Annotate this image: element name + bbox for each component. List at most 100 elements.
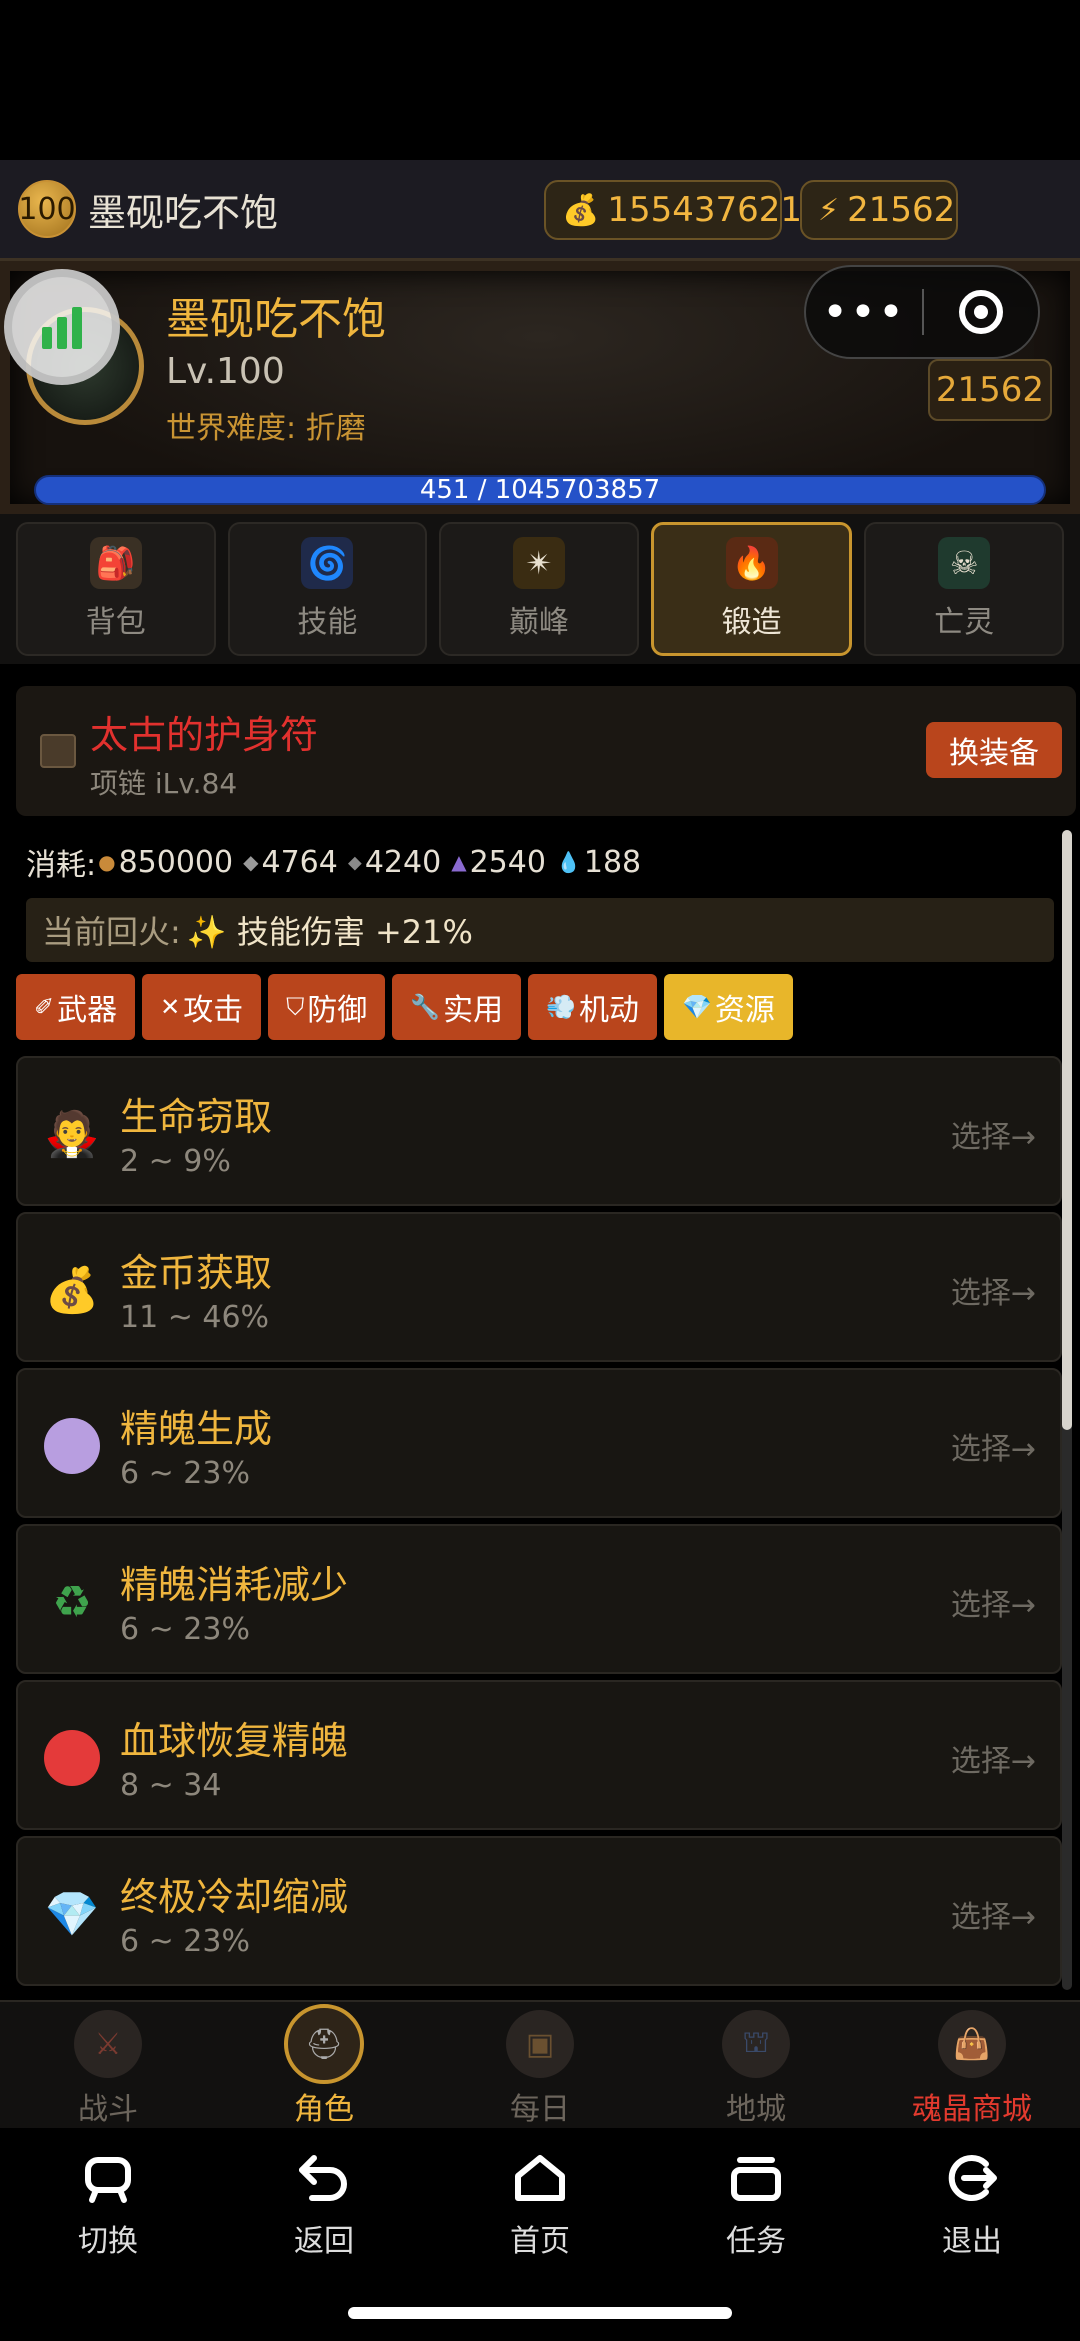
list-item[interactable]: 精魄生成 6 ~ 23% 选择→ [16,1368,1062,1518]
select-link[interactable]: 选择→ [951,1268,1036,1312]
list-item[interactable]: 血球恢复精魄 8 ~ 34 选择→ [16,1680,1062,1830]
wind-icon: 💨 [546,993,576,1021]
nav-label: 首页 [510,2224,570,2259]
filter-weapon[interactable]: ✐ 武器 [16,974,136,1040]
filter-mobility[interactable]: 💨 机动 [528,974,657,1040]
filter-label: 武器 [57,993,118,1028]
player-name: 墨砚吃不饱 [88,190,279,235]
purple-crystal-icon: ▲ [451,850,467,874]
crossed-axes-icon: ⚔ [74,2010,142,2078]
bar-chart-icon [72,307,82,349]
hero-name: 墨砚吃不饱 [166,294,386,345]
filter-resource[interactable]: 💎 资源 [664,974,793,1040]
list-item[interactable]: ♻ 精魄消耗减少 6 ~ 23% 选择→ [16,1524,1062,1674]
nav-exit[interactable]: 退出 [912,2148,1032,2260]
sword-icon: ✐ [34,993,55,1021]
undead-icon: ☠ [938,537,991,589]
vampire-icon: 🧛 [44,1109,100,1160]
nav-label: 返回 [294,2224,354,2259]
switch-icon [78,2148,138,2208]
crossed-swords-icon: ✕ [160,993,181,1021]
affix-title: 血球恢复精魄 [120,1719,349,1763]
cost-value: 2540 [469,844,546,880]
mini-program-capsule: ••• [804,265,1040,359]
scrollbar[interactable] [1062,830,1072,1990]
dungeon-gate-icon: ⛫ [722,2010,790,2078]
home-indicator[interactable] [348,2307,732,2319]
filter-attack[interactable]: ✕ 攻击 [142,974,262,1040]
tab-backpack[interactable]: 🎒 背包 [16,522,216,656]
back-arrow-icon [294,2148,354,2208]
select-link[interactable]: 选择→ [951,1736,1036,1780]
tab-label: 背包 [85,605,146,640]
more-options-icon[interactable]: ••• [806,287,922,338]
energy-counter[interactable]: ⚡ 21562 [800,180,958,240]
equipment-card: 太古的护身符 项链 iLv.84 换装备 [16,686,1076,816]
temper-label: 当前回火: [42,913,181,951]
filter-label: 机动 [579,993,639,1028]
nav-dungeon[interactable]: ⛫ 地城 [648,2002,864,2128]
temper-value: ✨ 技能伤害 +21% [186,913,473,951]
nav-home[interactable]: 首页 [480,2148,600,2260]
affix-title: 生命窃取 [120,1095,273,1139]
cost-value: 188 [583,844,642,880]
nav-switch[interactable]: 切换 [48,2148,168,2260]
gold-counter[interactable]: 💰 1554376218 [544,180,824,240]
gold-pile-icon: ● [98,850,116,874]
shield-icon: ⛉ [286,993,305,1021]
tab-label: 锻造 [721,605,782,640]
tab-paragon[interactable]: ✴ 巅峰 [439,522,639,656]
list-item[interactable]: 💰 金币获取 11 ~ 46% 选择→ [16,1212,1062,1362]
scrollbar-thumb[interactable] [1062,830,1072,1430]
filter-label: 攻击 [183,993,244,1028]
list-item[interactable]: 🧛 生命窃取 2 ~ 9% 选择→ [16,1056,1062,1206]
nav-back[interactable]: 返回 [264,2148,384,2260]
affix-range: 6 ~ 23% [120,1924,250,1959]
select-link[interactable]: 选择→ [951,1892,1036,1936]
nav-label: 角色 [294,2092,354,2127]
close-target-icon[interactable] [924,290,1038,334]
nav-label: 退出 [942,2224,1002,2259]
diamond-icon: 💎 [44,1889,100,1940]
shard-icon: ⬥ [347,850,362,874]
shop-bag-icon: 👜 [938,2010,1006,2078]
affix-title: 精魄消耗减少 [120,1563,349,1607]
backpack-icon: 🎒 [89,537,142,589]
cost-value: 850000 [118,844,234,880]
affix-list: 🧛 生命窃取 2 ~ 9% 选择→ 💰 金币获取 11 ~ 46% 选择→ 精魄… [16,1056,1062,1992]
nav-daily[interactable]: ▣ 每日 [432,2002,648,2128]
tab-forge[interactable]: 🔥 锻造 [650,522,853,656]
nav-label: 每日 [510,2092,570,2127]
stats-floating-button[interactable] [4,269,120,385]
tab-undead[interactable]: ☠ 亡灵 [864,522,1064,656]
nav-tasks[interactable]: 任务 [696,2148,816,2260]
tab-label: 技能 [297,605,358,640]
iron-ore-icon: ◆ [243,850,259,874]
nav-label: 战斗 [78,2092,138,2127]
gold-value: 1554376218 [607,190,824,230]
exit-icon [942,2148,1002,2208]
nav-soul-crystal-shop[interactable]: 👜 魂晶商城 [864,2002,1080,2128]
select-link[interactable]: 选择→ [951,1112,1036,1156]
money-bag-icon: 💰 [562,192,600,228]
equipment-subtitle: 项链 iLv.84 [90,767,238,800]
filter-defense[interactable]: ⛉ 防御 [268,974,386,1040]
nav-battle[interactable]: ⚔ 战斗 [0,2002,216,2128]
select-link[interactable]: 选择→ [951,1424,1036,1468]
nav-character[interactable]: ⛑ 角色 [216,2002,432,2128]
filter-utility[interactable]: 🔧 实用 [392,974,522,1040]
tab-skills[interactable]: 🌀 技能 [227,522,428,656]
forge-icon: 🔥 [725,537,778,589]
money-bag-icon: 💰 [44,1265,100,1316]
current-temper: 当前回火: ✨ 技能伤害 +21% [26,898,1054,962]
affix-range: 6 ~ 23% [120,1456,250,1491]
swap-equipment-button[interactable]: 换装备 [926,722,1062,778]
blue-drop-icon: 💧 [555,850,581,874]
select-link[interactable]: 选择→ [951,1580,1036,1624]
helmet-icon: ⛑ [284,2004,364,2084]
hero-panel: 墨砚吃不饱 Lv.100 世界难度: 折磨 ••• 21562 451 / 10… [0,258,1080,514]
affix-range: 6 ~ 23% [120,1612,250,1647]
list-item[interactable]: 💎 终极冷却缩减 6 ~ 23% 选择→ [16,1836,1062,1986]
cost-value: 4764 [261,844,338,880]
bar-chart-icon [57,317,67,349]
